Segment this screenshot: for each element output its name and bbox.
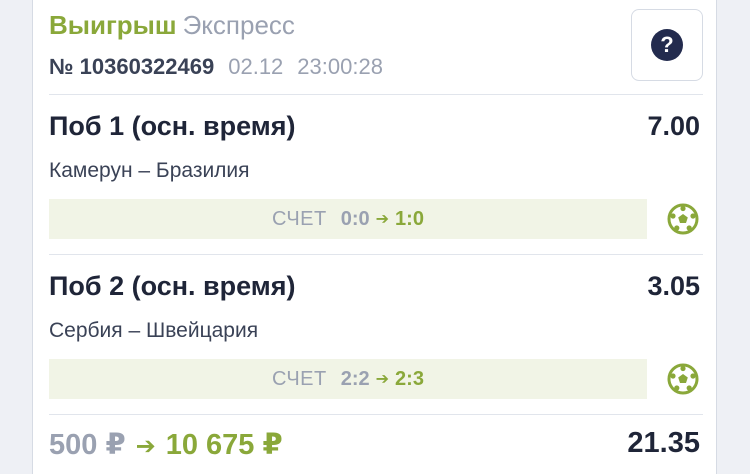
arrow-right-icon: ➔	[375, 211, 390, 228]
winnings-amount: 10 675 ₽	[165, 429, 283, 461]
bet-meta: № 10360322469 02.12 23:00:28	[49, 54, 383, 80]
bet-1-title: Поб 1 (осн. время)	[49, 111, 296, 141]
score-label: СЧЕТ	[272, 367, 327, 390]
score-from: 0:0	[340, 207, 370, 230]
stake-summary: 500 ₽ ➔ 10 675 ₽	[49, 427, 283, 462]
bet-type: Экспресс	[182, 10, 295, 40]
score-label: СЧЕТ	[272, 207, 327, 230]
bet-1-match: Камерун – Бразилия	[49, 159, 250, 182]
bet-card: Выигрыш Экспресс № 10360322469 02.12 23:00:…	[32, 0, 717, 474]
divider	[49, 254, 703, 255]
bet-1-coefficient: 7.00	[647, 111, 700, 141]
bet-2-score: СЧЕТ 2:2 ➔ 2:3	[49, 359, 647, 399]
question-circle-icon: ?	[651, 29, 683, 61]
stake-amount: 500 ₽	[49, 429, 126, 461]
score-from: 2:2	[340, 367, 370, 390]
help-button[interactable]: ?	[631, 9, 703, 81]
bet-2-coefficient: 3.05	[647, 271, 700, 301]
bet-date: 02.12	[228, 54, 284, 79]
bet-2-match: Сербия – Швейцария	[49, 319, 259, 342]
score-to: 1:0	[395, 207, 424, 230]
bet-status: Выигрыш Экспресс	[49, 10, 295, 41]
arrow-right-icon: ➔	[375, 371, 390, 388]
total-coefficient: 21.35	[627, 427, 700, 459]
bet-1-score: СЧЕТ 0:0 ➔ 1:0	[49, 199, 647, 239]
bet-number: № 10360322469	[49, 54, 215, 79]
soccer-ball-icon	[667, 363, 699, 395]
divider	[49, 414, 703, 415]
soccer-ball-icon	[667, 203, 699, 235]
score-to: 2:3	[395, 367, 424, 390]
bet-2-title: Поб 2 (осн. время)	[49, 271, 296, 301]
bet-status-label: Выигрыш	[49, 10, 177, 40]
bet-time: 23:00:28	[297, 54, 383, 79]
arrow-right-icon: ➔	[135, 433, 156, 460]
divider	[49, 94, 703, 95]
